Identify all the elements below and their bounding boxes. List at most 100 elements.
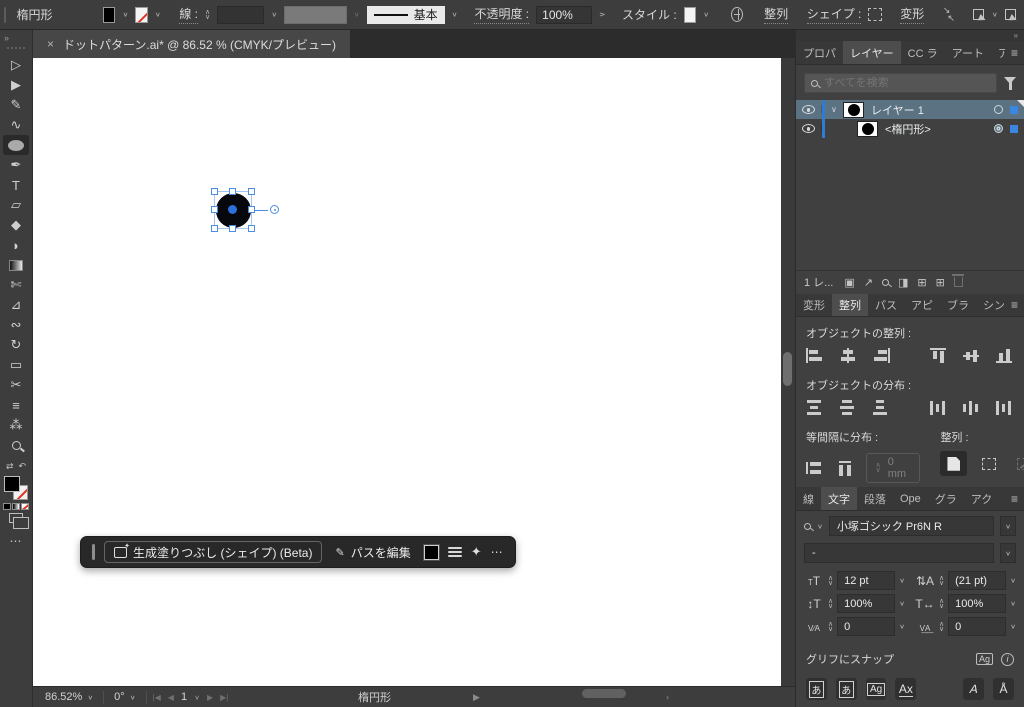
- free-transform-tool[interactable]: ▱: [3, 195, 29, 215]
- target-circle-icon[interactable]: [994, 124, 1003, 134]
- chevron-right-icon[interactable]: ∨: [598, 12, 607, 18]
- expand-chevron-icon[interactable]: ∨: [831, 105, 843, 114]
- search-field[interactable]: [804, 73, 997, 94]
- pen-tool[interactable]: ✎: [3, 95, 29, 115]
- font-style-field[interactable]: -: [804, 543, 994, 564]
- layer-row-layer1[interactable]: ∨ レイヤー 1: [796, 100, 1024, 120]
- width-tool[interactable]: ∾: [3, 315, 29, 335]
- fill-stroke-indicator[interactable]: [4, 476, 28, 500]
- selection-color-chip[interactable]: [1010, 124, 1018, 133]
- panel-tab[interactable]: CC ラ: [901, 41, 945, 64]
- chevron-down-icon[interactable]: ∨: [194, 693, 200, 700]
- selection-handle[interactable]: [211, 188, 218, 195]
- toolbar-collapse-icon[interactable]: »: [0, 30, 13, 43]
- panel-tab[interactable]: 段落: [857, 487, 893, 510]
- none-mode-icon[interactable]: [21, 503, 29, 510]
- gradient-tool[interactable]: [3, 255, 29, 275]
- panel-tab[interactable]: プロパ: [796, 41, 843, 64]
- chevron-down-icon[interactable]: ∨: [817, 522, 823, 529]
- align-center-vertical-icon[interactable]: [963, 348, 981, 364]
- leading-stepper[interactable]: ∧ ∨: [939, 575, 944, 587]
- layer-row-ellipse[interactable]: <楕円形>: [796, 119, 1024, 139]
- edit-path-button[interactable]: ✎ パスを編集: [331, 541, 414, 563]
- panel-tab[interactable]: アピ: [904, 294, 940, 317]
- taskbar-fill-swatch[interactable]: [422, 543, 440, 561]
- chevron-down-icon[interactable]: ∨: [271, 11, 277, 18]
- type-tool[interactable]: T: [3, 175, 29, 195]
- chevron-down-icon[interactable]: ∨: [992, 11, 998, 18]
- kerning-field[interactable]: 0: [837, 617, 896, 637]
- color-mode-icon[interactable]: [3, 503, 11, 510]
- taskbar-more-icon[interactable]: ⋯: [491, 545, 504, 559]
- distribute-center-vertical-icon[interactable]: [839, 400, 857, 416]
- align-right-icon[interactable]: [872, 348, 890, 364]
- zoom-level-dropdown[interactable]: 86.52% ∨: [41, 691, 97, 703]
- align-to-artboard-button[interactable]: [940, 451, 968, 477]
- horizontal-spacing-icon[interactable]: [837, 460, 854, 476]
- horizontal-scrollbar[interactable]: [582, 689, 626, 698]
- panel-tab[interactable]: グラ: [928, 487, 964, 510]
- panel-tab[interactable]: アート: [945, 41, 991, 64]
- stroke-weight-field[interactable]: [217, 5, 265, 24]
- chevron-down-icon[interactable]: ∨: [703, 11, 709, 18]
- paintbrush-tool[interactable]: ✒: [3, 155, 29, 175]
- font-size-field[interactable]: 12 pt: [837, 571, 896, 591]
- center-point[interactable]: [228, 205, 237, 214]
- chevron-down-icon[interactable]: ∨: [1010, 577, 1016, 584]
- glyph-snap-ag-button[interactable]: Ag: [865, 678, 887, 701]
- knife-tool[interactable]: ✄: [3, 275, 29, 295]
- panel-menu-icon[interactable]: ≡: [1005, 294, 1024, 317]
- locate-object-icon[interactable]: [881, 278, 889, 286]
- align-top-icon[interactable]: [930, 348, 948, 364]
- horizontal-scale-field[interactable]: 100%: [948, 594, 1007, 614]
- last-artboard-icon[interactable]: ▶|: [220, 693, 228, 702]
- opacity-link[interactable]: 不透明度 :: [474, 5, 530, 24]
- vertical-scale-field[interactable]: 100%: [837, 594, 896, 614]
- drawing-modes-icon[interactable]: [9, 513, 29, 529]
- distribute-bottom-icon[interactable]: [872, 400, 890, 416]
- chevron-down-icon[interactable]: ∨: [1010, 600, 1016, 607]
- font-size-stepper[interactable]: ∧ ∨: [828, 575, 833, 587]
- eraser-tool[interactable]: ◆: [3, 215, 29, 235]
- tracking-field[interactable]: 0: [948, 617, 1007, 637]
- panel-tab[interactable]: レイヤー: [843, 41, 901, 65]
- eyedropper-tool[interactable]: ⊿: [3, 295, 29, 315]
- layer-thumbnail[interactable]: [843, 101, 864, 118]
- panel-tab[interactable]: 変形: [796, 294, 832, 317]
- first-artboard-icon[interactable]: |◀: [153, 693, 161, 702]
- panel-tab[interactable]: 文字: [821, 487, 857, 511]
- align-link[interactable]: 整列: [764, 5, 789, 24]
- align-bottom-icon[interactable]: [996, 348, 1014, 364]
- chevron-down-icon[interactable]: ∨: [122, 11, 128, 18]
- fill-color-swatch[interactable]: [102, 6, 116, 23]
- italic-a-button[interactable]: A: [963, 678, 985, 701]
- selection-bounding-box[interactable]: [211, 188, 279, 232]
- rotate-a-button[interactable]: Å: [993, 678, 1014, 701]
- vertical-scrollbar[interactable]: [783, 352, 792, 386]
- distribute-top-icon[interactable]: [806, 400, 824, 416]
- gradient-mode-icon[interactable]: [12, 503, 20, 510]
- control-bar-grip[interactable]: [4, 6, 6, 23]
- chevron-down-icon[interactable]: ∨: [899, 577, 905, 584]
- shape-mode-icon[interactable]: [868, 8, 882, 21]
- taskbar-stroke-icon[interactable]: [447, 547, 462, 557]
- panel-menu-icon[interactable]: ≡: [1005, 41, 1024, 64]
- document-tab[interactable]: × ドットパターン.ai* @ 86.52 % (CMYK/プレビュー): [33, 30, 350, 58]
- align-center-horizontal-icon[interactable]: [839, 348, 857, 364]
- panel-tab[interactable]: 線: [796, 487, 821, 510]
- ellipse-tool[interactable]: [3, 135, 29, 155]
- stroke-color-swatch[interactable]: [135, 6, 148, 23]
- eye-icon[interactable]: [802, 105, 815, 115]
- horizontal-scale-stepper[interactable]: ∧ ∨: [939, 598, 944, 610]
- curvature-tool[interactable]: ∿: [3, 115, 29, 135]
- status-play-icon[interactable]: ▶: [473, 692, 480, 703]
- new-sublayer-icon[interactable]: ⊞: [917, 276, 926, 289]
- panel-collapse-icon[interactable]: »: [1014, 31, 1018, 40]
- vertical-scale-stepper[interactable]: ∧ ∨: [828, 598, 833, 610]
- collect-for-export-icon[interactable]: ▣: [844, 276, 854, 289]
- visibility-cell[interactable]: [796, 124, 822, 134]
- shape-link[interactable]: シェイプ :: [806, 5, 862, 24]
- pie-widget-handle[interactable]: [270, 205, 279, 214]
- more-tools-icon[interactable]: ⋯: [10, 534, 23, 548]
- direct-selection-tool[interactable]: ▶: [3, 75, 29, 95]
